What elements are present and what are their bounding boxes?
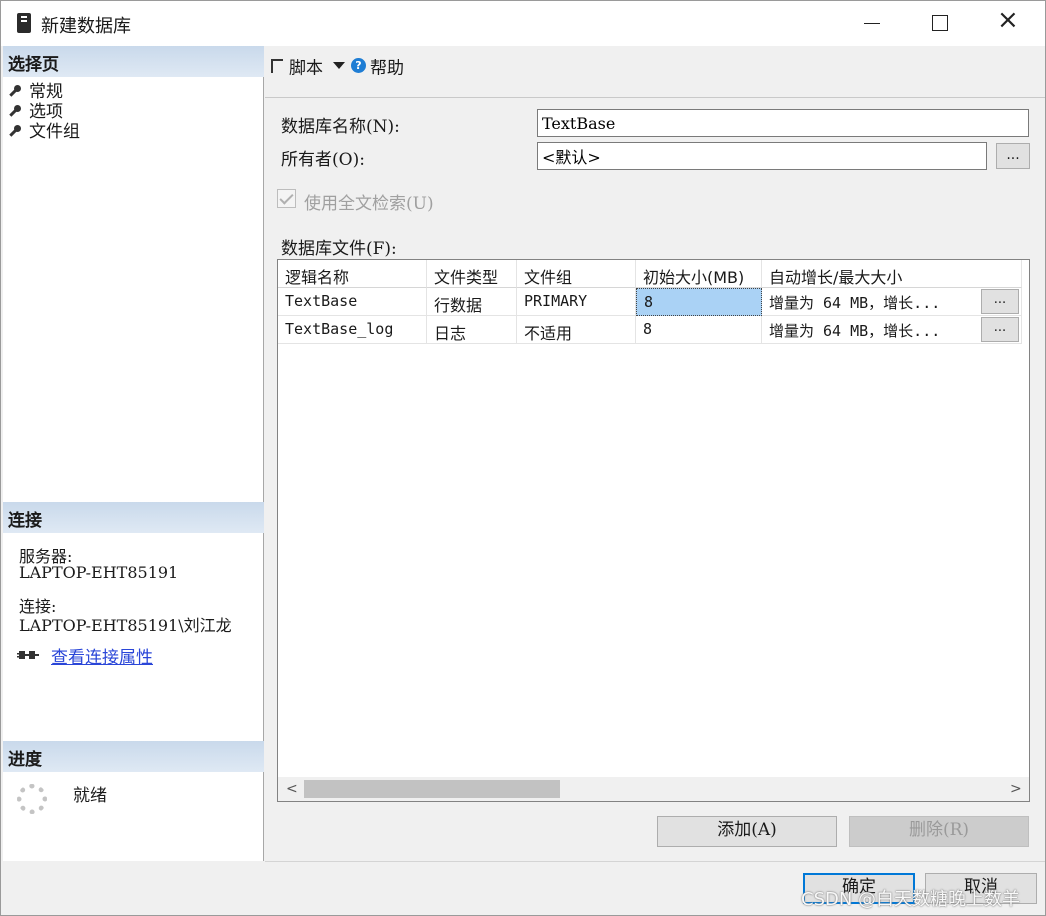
column-header[interactable]: 文件组: [517, 260, 636, 288]
remove-button[interactable]: 删除(R): [849, 816, 1029, 847]
script-icon: [271, 58, 283, 73]
progress-status: 就绪: [73, 786, 107, 806]
owner-browse-button[interactable]: ...: [996, 143, 1030, 169]
database-icon: [17, 13, 31, 33]
maximize-icon: [932, 15, 948, 31]
progress-spinner-icon: [17, 784, 47, 814]
page-item-label: 文件组: [29, 122, 80, 142]
db-name-label: 数据库名称(N):: [281, 117, 400, 137]
page-item-filegroups[interactable]: 文件组: [9, 117, 80, 142]
script-label: 脚本: [289, 58, 323, 78]
horizontal-scrollbar[interactable]: < >: [278, 777, 1029, 801]
cell-logical-name[interactable]: TextBase_log: [278, 316, 427, 344]
scroll-right-icon[interactable]: >: [1010, 781, 1022, 797]
autogrowth-browse-button[interactable]: ...: [981, 289, 1019, 314]
cell-initial-size[interactable]: 8: [636, 288, 762, 316]
wrench-icon: [9, 105, 21, 117]
close-icon: ×: [997, 5, 1019, 35]
cell-filegroup[interactable]: PRIMARY: [517, 288, 636, 316]
cell-file-type[interactable]: 日志: [427, 316, 517, 344]
progress-header: 进度: [3, 741, 264, 772]
server-value: LAPTOP-EHT85191: [19, 563, 179, 582]
column-header[interactable]: 文件类型: [427, 260, 517, 288]
view-connection-properties-link[interactable]: 查看连接属性: [51, 643, 153, 668]
wrench-icon: [9, 85, 21, 97]
minimize-button[interactable]: [849, 1, 895, 46]
column-header[interactable]: 自动增长/最大大小: [762, 260, 1022, 288]
cell-file-type[interactable]: 行数据: [427, 288, 517, 316]
cell-logical-name[interactable]: TextBase: [278, 288, 427, 316]
autogrowth-browse-button[interactable]: ...: [981, 317, 1019, 342]
db-name-input[interactable]: [537, 109, 1029, 137]
table-row[interactable]: TextBase 行数据 PRIMARY 8 增量为 64 MB，增长... .…: [278, 288, 1029, 316]
grid-header-row: 逻辑名称 文件类型 文件组 初始大小(MB) 自动增长/最大大小: [278, 260, 1029, 288]
select-page-header: 选择页: [3, 46, 264, 77]
owner-input[interactable]: [537, 142, 987, 170]
help-button[interactable]: ? 帮助: [351, 56, 404, 78]
add-button[interactable]: 添加(A): [657, 816, 837, 847]
window-title: 新建数据库: [41, 16, 131, 37]
bottom-divider: [265, 861, 1045, 862]
minimize-icon: [864, 23, 880, 24]
scrollbar-thumb[interactable]: [304, 780, 560, 798]
owner-label: 所有者(O):: [281, 150, 365, 170]
cell-initial-size[interactable]: 8: [636, 316, 762, 344]
left-pane: 选择页 常规 选项 文件组 连接 服务器: LAPTOP-EHT85191 连接…: [3, 46, 264, 861]
fulltext-label: 使用全文检索(U): [304, 194, 434, 214]
fulltext-checkbox[interactable]: [277, 189, 296, 208]
watermark: CSDN @白天数糖晚上数羊: [801, 889, 1021, 910]
connection-value: LAPTOP-EHT85191\刘江龙: [19, 616, 232, 635]
column-header[interactable]: 初始大小(MB): [636, 260, 762, 288]
column-header[interactable]: 逻辑名称: [278, 260, 427, 288]
maximize-button[interactable]: [917, 1, 963, 46]
scroll-left-icon[interactable]: <: [286, 781, 298, 797]
help-label: 帮助: [370, 58, 404, 78]
db-files-label: 数据库文件(F):: [281, 239, 397, 259]
plug-icon: [17, 651, 39, 659]
new-database-dialog: 新建数据库 × 选择页 常规 选项 文件组 连接 服务器: LAPTOP-EHT…: [0, 0, 1046, 916]
close-button[interactable]: ×: [987, 1, 1033, 46]
chevron-down-icon[interactable]: [333, 62, 345, 69]
table-row[interactable]: TextBase_log 日志 不适用 8 增量为 64 MB，增长... ..…: [278, 316, 1029, 344]
title-bar[interactable]: 新建数据库 ×: [1, 1, 1045, 46]
toolbar-divider: [265, 97, 1045, 98]
connection-header: 连接: [3, 502, 264, 533]
script-button[interactable]: 脚本: [271, 56, 323, 78]
cell-filegroup[interactable]: 不适用: [517, 316, 636, 344]
help-icon: ?: [351, 58, 366, 73]
wrench-icon: [9, 125, 21, 137]
db-files-grid[interactable]: 逻辑名称 文件类型 文件组 初始大小(MB) 自动增长/最大大小 TextBas…: [277, 259, 1030, 802]
toolbar: 脚本? 帮助: [271, 53, 404, 78]
